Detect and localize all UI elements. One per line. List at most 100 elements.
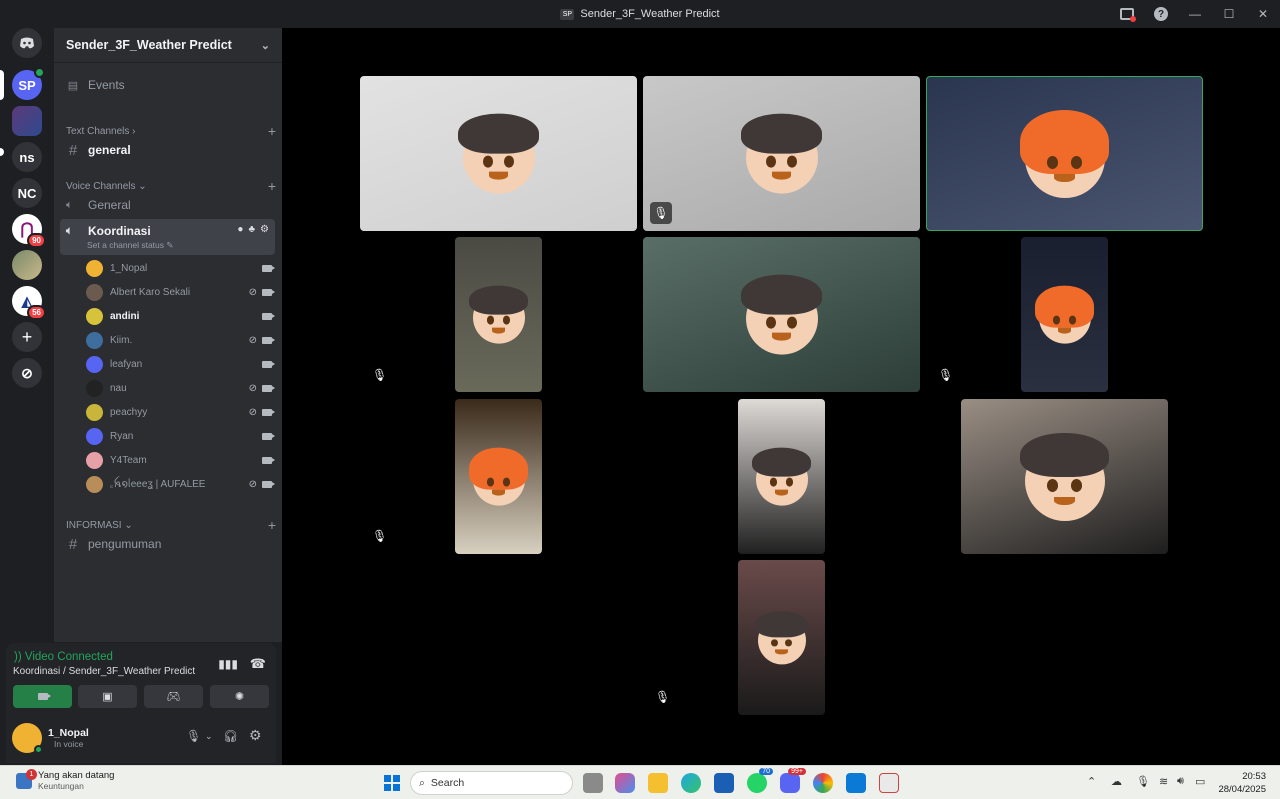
server-logo[interactable]: ⋂ 90 (12, 214, 46, 248)
disconnect-icon[interactable]: ☎ (250, 656, 266, 672)
video-tile[interactable] (643, 237, 920, 392)
add-channel-icon[interactable]: + (268, 123, 276, 139)
video-tile[interactable] (926, 76, 1203, 231)
server-kite[interactable]: ◭ 56 (12, 286, 46, 320)
snipping-tool-icon[interactable] (879, 773, 899, 793)
noise-suppression-icon[interactable]: ▮▮▮ (218, 657, 238, 671)
channel-status[interactable]: Set a channel status ✎ (87, 240, 174, 251)
cloud-icon[interactable]: ☁ (1111, 775, 1122, 788)
voice-user[interactable]: nau ⊘ (86, 377, 275, 399)
camera-button[interactable] (13, 685, 72, 708)
server-image[interactable] (12, 106, 42, 136)
voice-channel-koordinasi[interactable]: 🔈︎ Koordinasi Set a channel status ✎ ● ♣… (60, 219, 275, 255)
voice-user[interactable]: peachyy ⊘ (86, 401, 275, 423)
maximize-button[interactable]: ☐ (1212, 0, 1246, 28)
chevron-down-icon[interactable]: ⌄ (205, 731, 213, 742)
voice-user[interactable]: 1_Nopal (86, 257, 275, 279)
speaker-icon: 🔈︎ (66, 224, 73, 237)
clock[interactable]: 20:53 28/04/2025 (1218, 770, 1266, 796)
video-tile[interactable] (360, 76, 637, 231)
copilot-icon[interactable] (615, 773, 635, 793)
edge-icon[interactable] (681, 773, 701, 793)
file-explorer-icon[interactable] (648, 773, 668, 793)
chrome-icon[interactable] (813, 773, 833, 793)
voice-user[interactable]: andini (86, 305, 275, 327)
voice-user[interactable]: Y4Team (86, 449, 275, 471)
avatar (86, 355, 103, 373)
voice-channel-general[interactable]: 🔈︎ General (60, 193, 276, 217)
category-informasi[interactable]: INFORMASI ⌄ + (66, 517, 276, 533)
add-server-icon[interactable]: + (12, 322, 42, 352)
headphones-icon[interactable]: 🎧︎ (223, 729, 238, 743)
inbox-icon[interactable] (1110, 0, 1144, 28)
voice-user[interactable]: Kiim. ⊘ (86, 329, 275, 351)
search-icon: ⌕ (419, 776, 425, 789)
category-voice-channels[interactable]: Voice Channels ⌄ + (66, 178, 276, 194)
video-tile[interactable] (1021, 237, 1108, 392)
muted-icon: ⊘ (248, 478, 257, 490)
chat-icon[interactable]: ● (237, 224, 243, 235)
server-ns[interactable]: ns (12, 142, 42, 172)
windows-start-icon[interactable] (384, 775, 400, 791)
microphone-icon[interactable]: 🎙︎ (1136, 775, 1150, 788)
connection-channel[interactable]: Koordinasi / Sender_3F_Weather Predict (13, 666, 195, 677)
connection-status[interactable]: )) Video Connected (14, 651, 113, 663)
discord-home-icon[interactable] (12, 28, 42, 58)
avatar (86, 307, 103, 325)
discord-icon[interactable]: 99+ (780, 768, 806, 793)
signal-icon: )) (14, 651, 22, 663)
voice-user-name: ꜀ꫝ໑ᥣeeeʓ | AUFALEE (110, 478, 206, 490)
vscode-icon[interactable] (846, 773, 866, 793)
video-tile[interactable]: 🎙︎ (643, 76, 920, 231)
whatsapp-icon[interactable]: 70 (747, 768, 773, 793)
soundboard-button[interactable]: ✺ (210, 685, 269, 708)
chevron-up-icon[interactable]: ⌃ (1087, 775, 1096, 788)
voice-user-name: andini (110, 310, 140, 322)
voice-user[interactable]: ꜀ꫝ໑ᥣeeeʓ | AUFALEE ⊘ (86, 473, 275, 495)
weather-widget[interactable]: 1 Yang akan datang Keuntungan (16, 768, 114, 791)
microphone-icon[interactable]: 🎙︎ (186, 729, 201, 743)
activities-button[interactable]: 🎮︎ (144, 685, 203, 708)
voice-user[interactable]: Albert Karo Sekali ⊘ (86, 281, 275, 303)
title-bar: SP Sender_3F_Weather Predict ? — ☐ ✕ (0, 0, 1280, 28)
avatar (86, 403, 103, 421)
invite-icon[interactable]: ♣ (248, 224, 255, 235)
volume-icon[interactable]: 🔊︎ (1177, 775, 1184, 788)
voice-user[interactable]: leafyan (86, 353, 275, 375)
settings-icon[interactable]: ⚙ (260, 224, 269, 235)
server-photo[interactable] (12, 250, 42, 280)
video-tile[interactable] (455, 237, 542, 392)
guild-header[interactable]: Sender_3F_Weather Predict ⌄ (54, 28, 282, 63)
category-text-channels[interactable]: Text Channels › + (66, 123, 276, 139)
events-item[interactable]: ▤ Events (60, 73, 276, 97)
minimize-button[interactable]: — (1178, 0, 1212, 28)
explore-icon[interactable]: ⊘ (12, 358, 42, 388)
help-icon[interactable]: ? (1144, 0, 1178, 28)
search-input[interactable]: ⌕ Search (410, 771, 573, 795)
video-tile[interactable] (961, 399, 1168, 554)
wifi-icon[interactable]: ≋ (1159, 775, 1168, 788)
voice-user-name: peachyy (110, 406, 148, 418)
avatar[interactable] (12, 723, 43, 754)
voice-user[interactable]: Ryan (86, 425, 275, 447)
add-channel-icon[interactable]: + (268, 517, 276, 533)
channel-pengumuman[interactable]: # pengumuman (60, 532, 276, 556)
camera-icon (262, 312, 275, 320)
battery-icon[interactable]: ▭ (1195, 775, 1205, 788)
video-tile[interactable] (455, 399, 542, 554)
server-nc[interactable]: NC (12, 178, 42, 208)
user-name: 1_Nopal (48, 727, 89, 739)
video-tile[interactable] (738, 399, 825, 554)
add-channel-icon[interactable]: + (268, 178, 276, 194)
task-view-icon[interactable] (583, 773, 603, 793)
video-tile[interactable] (738, 560, 825, 715)
user-settings-icon[interactable]: ⚙ (249, 727, 262, 744)
close-button[interactable]: ✕ (1246, 0, 1280, 28)
channel-sidebar: Sender_3F_Weather Predict ⌄ ▤ Events Tex… (54, 28, 282, 642)
screen-share-button[interactable]: ▣ (78, 685, 137, 708)
store-icon[interactable] (714, 773, 734, 793)
channel-general[interactable]: # general (60, 138, 276, 162)
server-sp[interactable]: SP (12, 67, 45, 100)
avatar (86, 451, 103, 469)
camera-icon (37, 693, 51, 700)
